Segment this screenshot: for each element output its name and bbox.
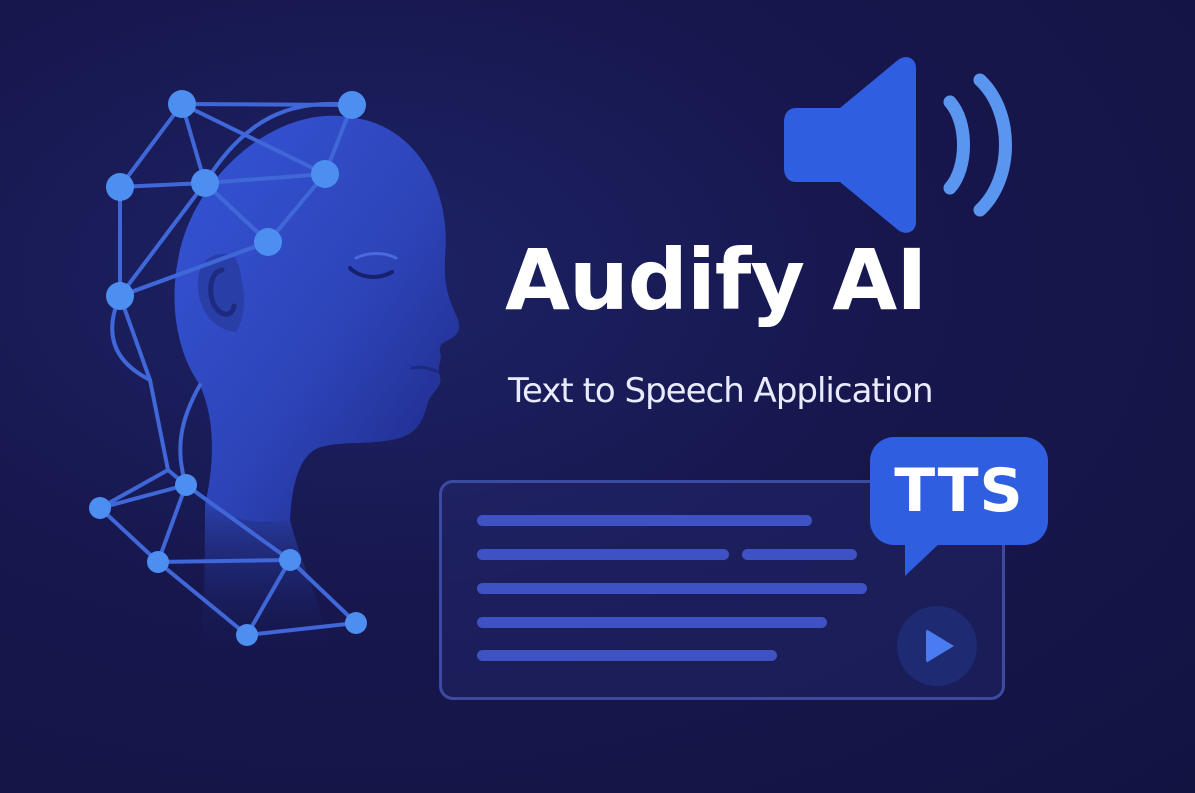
- text-placeholder-line: [477, 617, 827, 628]
- tts-speech-bubble: TTS: [870, 437, 1048, 545]
- app-title: Audify AI: [505, 231, 928, 329]
- speech-bubble-tail: [905, 540, 943, 576]
- play-icon: [926, 629, 954, 663]
- hero-banner: Audify AI Text to Speech Application TTS: [0, 0, 1195, 793]
- speaker-volume-icon: [784, 57, 1012, 233]
- tts-badge-label: TTS: [894, 456, 1024, 526]
- app-subtitle: Text to Speech Application: [508, 371, 934, 411]
- play-button[interactable]: [897, 606, 977, 686]
- text-placeholder-line: [477, 650, 777, 661]
- text-placeholder-line: [742, 549, 857, 560]
- text-placeholder-line: [477, 515, 812, 526]
- text-placeholder-line: [477, 549, 729, 560]
- text-placeholder-line: [477, 583, 867, 594]
